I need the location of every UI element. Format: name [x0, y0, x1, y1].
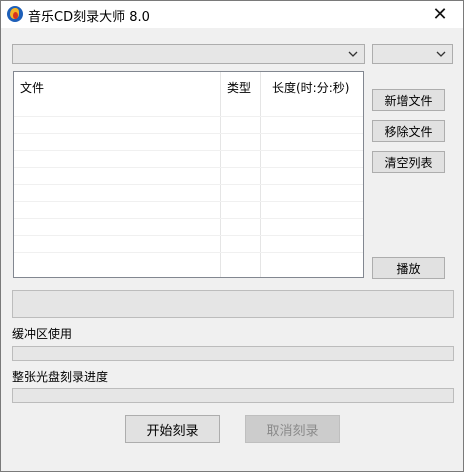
chevron-down-icon	[436, 51, 446, 57]
play-button[interactable]: 播放	[372, 257, 445, 279]
window-title: 音乐CD刻录大师 8.0	[28, 10, 150, 25]
start-burn-button[interactable]: 开始刻录	[125, 415, 220, 443]
list-row-line	[14, 252, 363, 253]
remove-file-button[interactable]: 移除文件	[372, 120, 445, 142]
column-header-type[interactable]: 类型	[227, 79, 251, 96]
file-list-header: 文件 类型 长度(时:分:秒)	[14, 72, 363, 100]
chevron-down-icon	[348, 51, 358, 57]
clear-list-button[interactable]: 清空列表	[372, 151, 445, 173]
column-header-file[interactable]: 文件	[20, 79, 44, 96]
column-divider[interactable]	[220, 72, 221, 277]
cancel-burn-button[interactable]: 取消刻录	[245, 415, 340, 443]
list-row-line	[14, 167, 363, 168]
list-row-line	[14, 133, 363, 134]
column-divider[interactable]	[260, 72, 261, 277]
list-row-line	[14, 184, 363, 185]
buffer-usage-label: 缓冲区使用	[12, 327, 73, 341]
list-row-line	[14, 218, 363, 219]
title-bar: 音乐CD刻录大师 8.0 ✕	[1, 1, 463, 28]
list-row-line	[14, 235, 363, 236]
list-row-line	[14, 150, 363, 151]
file-list[interactable]: 文件 类型 长度(时:分:秒)	[13, 71, 364, 278]
buffer-progress-bar	[12, 346, 454, 361]
speed-dropdown[interactable]	[372, 44, 453, 64]
main-window: 音乐CD刻录大师 8.0 ✕ 文件 类型 长度(时:分:秒) 新增文件 移除文件	[0, 0, 464, 472]
add-file-button[interactable]: 新增文件	[372, 89, 445, 111]
disc-progress-bar	[12, 388, 454, 403]
column-header-length[interactable]: 长度(时:分:秒)	[272, 79, 349, 96]
disc-progress-label: 整张光盘刻录进度	[12, 370, 109, 384]
drive-dropdown[interactable]	[12, 44, 365, 64]
close-button[interactable]: ✕	[417, 1, 463, 28]
music-cd-app-icon	[7, 6, 23, 22]
status-panel	[12, 290, 454, 318]
list-row-line	[14, 201, 363, 202]
list-row-line	[14, 116, 363, 117]
